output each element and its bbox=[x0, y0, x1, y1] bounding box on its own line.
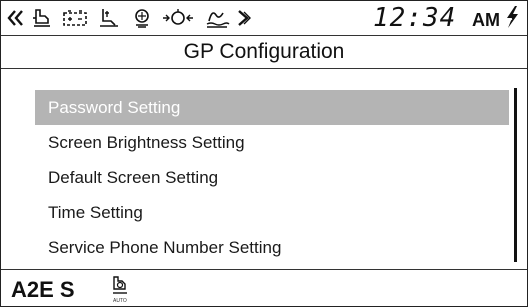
menu-item-default-screen-setting[interactable]: Default Screen Setting bbox=[35, 160, 509, 195]
auto-label: AUTO bbox=[113, 298, 127, 304]
mode-indicator: A2E S bbox=[11, 277, 75, 302]
engine-oil-icon bbox=[31, 7, 53, 29]
glow-plug-icon bbox=[161, 7, 195, 29]
menu-item-service-phone-number-setting[interactable]: Service Phone Number Setting bbox=[35, 230, 509, 265]
clock-ampm: AM bbox=[472, 10, 500, 30]
settings-menu: Password Setting Screen Brightness Setti… bbox=[35, 90, 509, 265]
menu-item-password-setting[interactable]: Password Setting bbox=[35, 90, 509, 125]
hydraulic-oil-icon bbox=[203, 7, 231, 29]
status-bar: 12:34 AM bbox=[1, 1, 527, 36]
right-arrow-indicator-icon bbox=[235, 7, 253, 29]
clock-time: 12:34 bbox=[373, 3, 457, 33]
display-screen: 12:34 AM GP Configuration Password Setti… bbox=[0, 0, 528, 307]
page-title: GP Configuration bbox=[1, 36, 527, 69]
bottom-status-bar: A2E S AUTO bbox=[1, 269, 527, 307]
lightning-icon bbox=[503, 6, 521, 28]
menu-item-screen-brightness-setting[interactable]: Screen Brightness Setting bbox=[35, 125, 509, 160]
menu-scrollbar[interactable] bbox=[514, 88, 517, 262]
left-arrow-indicator-icon bbox=[7, 7, 25, 29]
menu-item-time-setting[interactable]: Time Setting bbox=[35, 195, 509, 230]
coolant-temperature-icon bbox=[97, 7, 121, 29]
battery-icon bbox=[61, 7, 89, 29]
air-filter-icon bbox=[131, 7, 153, 29]
